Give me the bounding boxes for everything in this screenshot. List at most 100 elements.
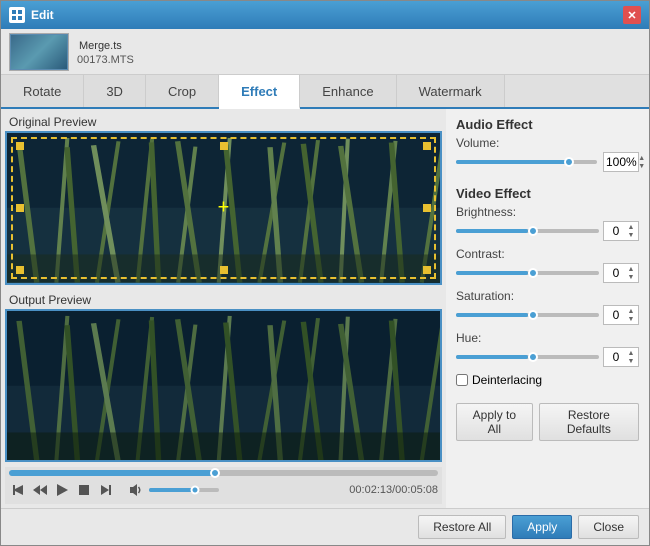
volume-param: Volume: 100% ▲ ▼ xyxy=(456,136,639,172)
volume-thumb[interactable] xyxy=(190,486,199,495)
brightness-label: Brightness: xyxy=(456,205,639,219)
deinterlacing-checkbox[interactable] xyxy=(456,374,468,386)
volume-control-row: 100% ▲ ▼ xyxy=(456,152,639,172)
title-bar: Edit ✕ xyxy=(1,1,649,29)
crop-handle-tl[interactable] xyxy=(16,142,24,150)
volume-value-box: 100% ▲ ▼ xyxy=(603,152,639,172)
brightness-param: Brightness: 0 ▲ ▼ xyxy=(456,205,639,241)
volume-fill xyxy=(149,488,195,492)
hue-up[interactable]: ▲ xyxy=(626,349,636,357)
output-video-frame xyxy=(7,311,440,461)
contrast-fill xyxy=(456,271,528,275)
right-panel: Audio Effect Volume: 100% ▲ ▼ xyxy=(446,109,649,508)
contrast-row: 0 ▲ ▼ xyxy=(456,263,639,283)
crop-handle-bl[interactable] xyxy=(16,266,24,274)
saturation-spinners: ▲ ▼ xyxy=(626,307,636,323)
brightness-fill xyxy=(456,229,528,233)
brightness-thumb[interactable] xyxy=(528,226,538,236)
restore-defaults-button[interactable]: Restore Defaults xyxy=(539,403,639,441)
brightness-slider[interactable] xyxy=(456,229,599,233)
contrast-thumb[interactable] xyxy=(528,268,538,278)
contrast-value-box: 0 ▲ ▼ xyxy=(603,263,639,283)
original-video-frame: + xyxy=(7,133,440,283)
contrast-spinners: ▲ ▼ xyxy=(626,265,636,281)
hue-down[interactable]: ▼ xyxy=(626,357,636,365)
hue-label: Hue: xyxy=(456,331,639,345)
tab-enhance[interactable]: Enhance xyxy=(300,75,396,107)
contrast-down[interactable]: ▼ xyxy=(626,273,636,281)
close-button[interactable]: Close xyxy=(578,515,639,539)
saturation-thumb[interactable] xyxy=(528,310,538,320)
thumbnail-image xyxy=(11,35,67,69)
crop-handle-mr[interactable] xyxy=(423,204,431,212)
original-preview-video: + xyxy=(5,131,442,285)
volume-icon xyxy=(127,481,145,499)
video-effect-section: Video Effect Brightness: 0 ▲ xyxy=(456,186,639,387)
seekbar-thumb[interactable] xyxy=(210,468,220,478)
saturation-label: Saturation: xyxy=(456,289,639,303)
volume-track[interactable] xyxy=(456,160,597,164)
brightness-down[interactable]: ▼ xyxy=(626,231,636,239)
skip-start-button[interactable] xyxy=(9,481,27,499)
effect-action-buttons: Apply to All Restore Defaults xyxy=(456,403,639,441)
brightness-up[interactable]: ▲ xyxy=(626,223,636,231)
volume-up-button[interactable]: ▲ xyxy=(637,154,647,162)
stop-button[interactable] xyxy=(75,481,93,499)
apply-to-all-button[interactable]: Apply to All xyxy=(456,403,533,441)
deinterlacing-row: Deinterlacing xyxy=(456,373,639,387)
volume-slider[interactable] xyxy=(149,488,219,492)
crop-handle-tm[interactable] xyxy=(220,142,228,150)
original-preview-label: Original Preview xyxy=(5,113,442,131)
hue-fill xyxy=(456,355,528,359)
playback-controls: 00:02:13/00:05:08 xyxy=(9,479,438,501)
volume-track-thumb[interactable] xyxy=(564,157,574,167)
brightness-row: 0 ▲ ▼ xyxy=(456,221,639,241)
seekbar-fill xyxy=(9,470,215,476)
audio-effect-section: Audio Effect Volume: 100% ▲ ▼ xyxy=(456,117,639,178)
hue-thumb[interactable] xyxy=(528,352,538,362)
volume-track-fill xyxy=(456,160,569,164)
saturation-slider[interactable] xyxy=(456,313,599,317)
file-bar: Merge.ts 00173.MTS xyxy=(1,29,649,75)
seekbar-area: 00:02:13/00:05:08 xyxy=(5,467,442,504)
file-name-1: Merge.ts xyxy=(73,38,134,54)
contrast-slider[interactable] xyxy=(456,271,599,275)
seekbar[interactable] xyxy=(9,470,438,476)
tab-watermark[interactable]: Watermark xyxy=(397,75,505,107)
apply-button[interactable]: Apply xyxy=(512,515,572,539)
saturation-row: 0 ▲ ▼ xyxy=(456,305,639,325)
crop-handle-bm[interactable] xyxy=(220,266,228,274)
saturation-up[interactable]: ▲ xyxy=(626,307,636,315)
crop-handle-ml[interactable] xyxy=(16,204,24,212)
contrast-up[interactable]: ▲ xyxy=(626,265,636,273)
tab-effect[interactable]: Effect xyxy=(219,75,300,109)
hue-row: 0 ▲ ▼ xyxy=(456,347,639,367)
crop-handle-tr[interactable] xyxy=(423,142,431,150)
saturation-value-box: 0 ▲ ▼ xyxy=(603,305,639,325)
rewind-button[interactable] xyxy=(31,481,49,499)
saturation-down[interactable]: ▼ xyxy=(626,315,636,323)
time-display: 00:02:13/00:05:08 xyxy=(349,484,438,496)
tab-rotate[interactable]: Rotate xyxy=(1,75,84,107)
skip-end-button[interactable] xyxy=(97,481,115,499)
restore-all-button[interactable]: Restore All xyxy=(418,515,506,539)
file-name-2: 00173.MTS xyxy=(77,54,134,66)
volume-down-button[interactable]: ▼ xyxy=(637,162,647,170)
tab-crop[interactable]: Crop xyxy=(146,75,219,107)
crop-handle-br[interactable] xyxy=(423,266,431,274)
saturation-fill xyxy=(456,313,528,317)
window-icon xyxy=(9,7,25,23)
hue-spinners: ▲ ▼ xyxy=(626,349,636,365)
tab-3d[interactable]: 3D xyxy=(84,75,146,107)
deinterlacing-label: Deinterlacing xyxy=(472,373,542,387)
edit-window: Edit ✕ Merge.ts 00173.MTS Rotate 3D Crop… xyxy=(0,0,650,546)
contrast-param: Contrast: 0 ▲ ▼ xyxy=(456,247,639,283)
window-title: Edit xyxy=(31,8,54,22)
original-preview-section: Original Preview xyxy=(5,113,442,285)
play-button[interactable] xyxy=(53,481,71,499)
tab-bar: Rotate 3D Crop Effect Enhance Watermark xyxy=(1,75,649,109)
hue-slider[interactable] xyxy=(456,355,599,359)
output-preview-video xyxy=(5,309,442,463)
close-window-button[interactable]: ✕ xyxy=(623,6,641,24)
contrast-label: Contrast: xyxy=(456,247,639,261)
